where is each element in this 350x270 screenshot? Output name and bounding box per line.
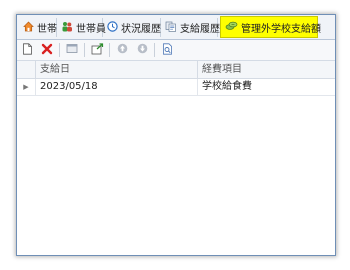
- window-icon: [66, 43, 78, 57]
- column-header-payment-date[interactable]: 支給日: [35, 61, 197, 78]
- row-indicator-icon: ▶: [23, 83, 29, 91]
- toolbar-separator: [154, 43, 155, 57]
- window-button[interactable]: [62, 41, 82, 59]
- move-up-button[interactable]: [112, 41, 132, 59]
- delete-icon: [41, 43, 53, 58]
- people-icon: [61, 21, 73, 35]
- toolbar: [17, 40, 335, 61]
- new-icon: [22, 42, 33, 58]
- clock-icon: [107, 20, 118, 35]
- grid-header: 支給日 経費項目: [17, 61, 335, 79]
- tab-bar: 世帯 世帯員 状況履歴 支給履歴 管理外学校支給額: [17, 15, 335, 40]
- preview-button[interactable]: [157, 41, 177, 59]
- export-button[interactable]: [87, 41, 107, 59]
- tab-unmanaged-school-payments[interactable]: 管理外学校支給額: [220, 16, 321, 38]
- delete-button[interactable]: [37, 41, 57, 59]
- tab-label: 世帯員: [76, 24, 106, 35]
- tab-label: 世帯: [37, 24, 57, 35]
- money-icon: [225, 20, 238, 34]
- tab-payment-history[interactable]: 支給履歴: [161, 18, 220, 37]
- app-window: 世帯 世帯員 状況履歴 支給履歴 管理外学校支給額 支給日 経費項目 ▶ 202…: [16, 14, 336, 256]
- new-button[interactable]: [17, 41, 37, 59]
- tab-household-members[interactable]: 世帯員: [57, 18, 106, 37]
- cell-expense-item[interactable]: 学校給食費: [197, 79, 335, 95]
- export-icon: [91, 42, 104, 58]
- toolbar-separator: [109, 43, 110, 57]
- tab-label: 支給履歴: [180, 24, 220, 35]
- house-icon: [23, 21, 34, 35]
- tab-status-history[interactable]: 状況履歴: [103, 18, 161, 37]
- documents-icon: [165, 21, 177, 35]
- tab-label: 状況履歴: [121, 24, 161, 35]
- tab-label: 管理外学校支給額: [241, 23, 321, 35]
- column-header-expense-item[interactable]: 経費項目: [197, 61, 335, 78]
- toolbar-separator: [59, 43, 60, 57]
- toolbar-separator: [84, 43, 85, 57]
- move-up-icon: [117, 43, 128, 57]
- move-down-icon: [137, 43, 148, 57]
- table-row[interactable]: ▶ 2023/05/18 学校給食費: [17, 79, 335, 96]
- preview-icon: [162, 42, 173, 58]
- move-down-button[interactable]: [132, 41, 152, 59]
- tab-household[interactable]: 世帯: [19, 18, 57, 37]
- cell-payment-date[interactable]: 2023/05/18: [35, 79, 197, 95]
